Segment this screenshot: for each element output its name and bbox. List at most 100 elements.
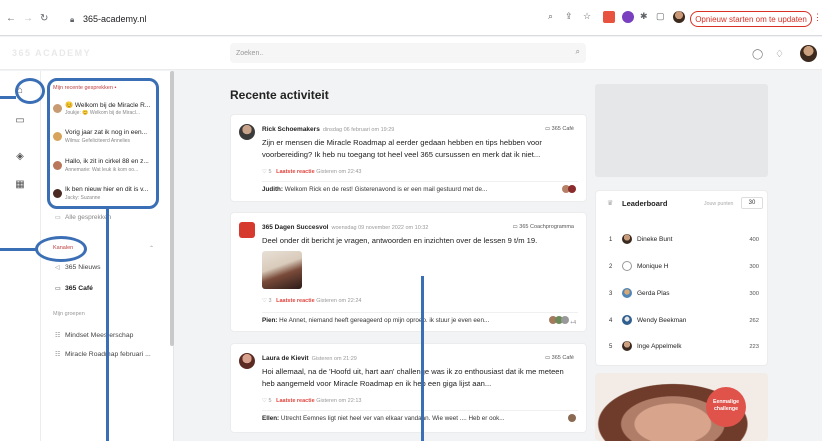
forward-icon[interactable]: → (23, 13, 33, 24)
channel-label: 365 Café (551, 355, 574, 361)
url-text: 365-academy.nl (83, 14, 147, 24)
heart-icon[interactable]: ♡ (262, 298, 267, 304)
last-reply-label: Laatste reactie (276, 398, 315, 404)
leaderboard-row[interactable]: 3 Gerda Plas 300 (609, 288, 759, 302)
post-author[interactable]: Laura de Kievit Gisteren om 21:29 (262, 355, 357, 362)
share-icon[interactable]: ⇪ (565, 11, 573, 22)
channel-label: 365 Café (551, 126, 574, 132)
like-count: 5 (268, 169, 272, 175)
leaderboard-row[interactable]: 5 Inge Appelmelk 223 (609, 341, 759, 355)
annotation-line (421, 276, 424, 441)
group-item-mindset[interactable]: ☷ Mindset Meesterschap (55, 332, 133, 339)
calendar-icon[interactable]: ▦ (14, 179, 26, 191)
member-name: Dineke Bunt (637, 236, 673, 243)
icon-rail: ⌂ ▭ ◈ ▦ (0, 71, 41, 441)
group-label: Mindset Meesterschap (65, 332, 134, 339)
author-avatar[interactable] (239, 124, 255, 140)
annotation-channels-circle (35, 236, 87, 262)
reply-text: Welkom Rick en de rest! Gisterenavond is… (284, 186, 488, 193)
messages-icon[interactable]: ▭ (14, 115, 26, 127)
heart-icon[interactable]: ♡ (262, 169, 267, 175)
member-name: Inge Appelmelk (637, 343, 682, 350)
all-conversations-label: Alle gesprekken (65, 214, 112, 221)
annotation-line (0, 96, 16, 99)
search-placeholder: Zoeken.. (236, 49, 264, 57)
profile-avatar-icon[interactable] (673, 11, 685, 23)
post-card[interactable]: Laura de Kievit Gisteren om 21:29 ▭ 365 C… (230, 343, 587, 433)
channel-label: 365 Nieuws (65, 264, 101, 271)
search-input[interactable]: Zoeken.. ⌕ (230, 43, 586, 63)
post-date: Gisteren om 21:29 (311, 356, 357, 362)
post-channel[interactable]: ▭ 365 Café (545, 355, 574, 361)
chat-bubble-icon: ▭ (544, 355, 552, 361)
like-count: 3 (268, 298, 272, 304)
group-item-miracle-roadmap[interactable]: ☷ Miracle Roadmap februari ... (55, 351, 151, 358)
annotation-line (0, 248, 36, 251)
heart-icon[interactable]: ♡ (262, 398, 267, 404)
member-points: 400 (749, 237, 759, 243)
author-name: 365 Dagen Succesvol (262, 224, 329, 231)
author-avatar[interactable] (239, 222, 255, 238)
post-card[interactable]: Rick Schoemakers dinsdag 06 februari om 1… (230, 114, 587, 202)
reply-text: Utrecht Eemnes ligt niet heel ver van el… (280, 415, 505, 422)
last-reply-time: Gisteren om 22:24 (316, 298, 362, 304)
post-body: Deel onder dit bericht je vragen, antwoo… (262, 236, 538, 245)
leaderboard-row[interactable]: 1 Dineke Bunt 400 (609, 234, 759, 248)
leaderboard-row[interactable]: 4 Wendy Beekman 262 (609, 315, 759, 329)
post-author[interactable]: Rick Schoemakers dinsdag 06 februari om 1… (262, 126, 394, 133)
rank: 3 (609, 291, 613, 297)
channel-item-365-cafe[interactable]: ▭ 365 Café (55, 285, 93, 292)
post-date: dinsdag 06 februari om 19:29 (322, 127, 395, 133)
kebab-menu-icon[interactable]: ⋮ (813, 12, 822, 23)
search-icon: ⌕ (575, 47, 580, 56)
chat-bubble-icon: ▭ (55, 215, 61, 221)
chat-icon[interactable]: ◯ (752, 49, 763, 60)
side-panel-icon[interactable]: ▢ (656, 11, 665, 22)
post-channel[interactable]: ▭ 365 Coachprogramma (513, 224, 574, 230)
restart-update-button[interactable]: Opnieuw starten om te updaten (690, 11, 812, 27)
app-header: 365 ACADEMY Zoeken.. ⌕ ◯ ♢ (0, 37, 822, 70)
extensions-puzzle-icon[interactable]: ✱ (640, 11, 648, 22)
post-image[interactable] (262, 251, 302, 289)
all-conversations-link[interactable]: ▭ Alle gesprekken (55, 214, 111, 221)
address-bar[interactable]: 🔒︎ 365-academy.nl (70, 11, 584, 27)
post-author[interactable]: 365 Dagen Succesvol woensdag 09 november … (262, 224, 428, 231)
last-reply[interactable]: Ellen: Utrecht Eemnes ligt niet heel ver… (262, 410, 578, 425)
post-channel[interactable]: ▭ 365 Café (545, 126, 574, 132)
courses-icon[interactable]: ◈ (14, 151, 26, 163)
member-points: 262 (749, 318, 759, 324)
last-reply[interactable]: Judith: Welkom Rick en de rest! Gisteren… (262, 181, 578, 196)
leaderboard-row[interactable]: 2 Monique H 300 (609, 261, 759, 275)
last-reply-label: Laatste reactie (276, 298, 315, 304)
reply-author: Ellen: (262, 415, 280, 422)
back-icon[interactable]: ← (6, 13, 16, 24)
last-reply-time: Gisteren om 22:13 (316, 398, 362, 404)
reload-icon[interactable]: ↻ (40, 13, 48, 24)
rank: 2 (609, 264, 613, 270)
search-tab-icon[interactable]: ⌕ (548, 11, 553, 22)
sidebar-scrollbar[interactable] (170, 71, 174, 346)
post-body: Zijn er mensen die Miracle Roadmap al ee… (262, 138, 542, 159)
groups-heading: Mijn groepen (53, 311, 85, 317)
avatar (622, 315, 632, 325)
challenge-badge[interactable]: Eenmalige challenge (706, 387, 746, 427)
author-avatar[interactable] (239, 353, 255, 369)
avatar (622, 234, 632, 244)
bell-icon[interactable]: ♢ (775, 49, 784, 60)
annotation-line (106, 209, 109, 441)
avatar (622, 288, 632, 298)
channel-item-365-nieuws[interactable]: ◁ 365 Nieuws (55, 264, 101, 271)
last-reply[interactable]: Pien: He Annet, niemand heeft gereageerd… (262, 312, 578, 327)
my-points-label: Jouw punten (704, 201, 734, 207)
last-reply-label: Laatste reactie (276, 169, 315, 175)
author-name: Laura de Kievit (262, 355, 309, 362)
extension-icon[interactable] (622, 11, 634, 23)
user-avatar[interactable] (800, 45, 817, 62)
extension-icon[interactable] (603, 11, 615, 23)
post-card[interactable]: 365 Dagen Succesvol woensdag 09 november … (230, 212, 587, 332)
channel-label: 365 Café (65, 285, 93, 292)
chevron-up-icon[interactable]: ⌃ (149, 245, 154, 252)
bookmark-star-icon[interactable]: ☆ (583, 11, 591, 22)
chat-bubble-icon: ▭ (544, 126, 552, 132)
group-icon: ☷ (55, 333, 61, 339)
